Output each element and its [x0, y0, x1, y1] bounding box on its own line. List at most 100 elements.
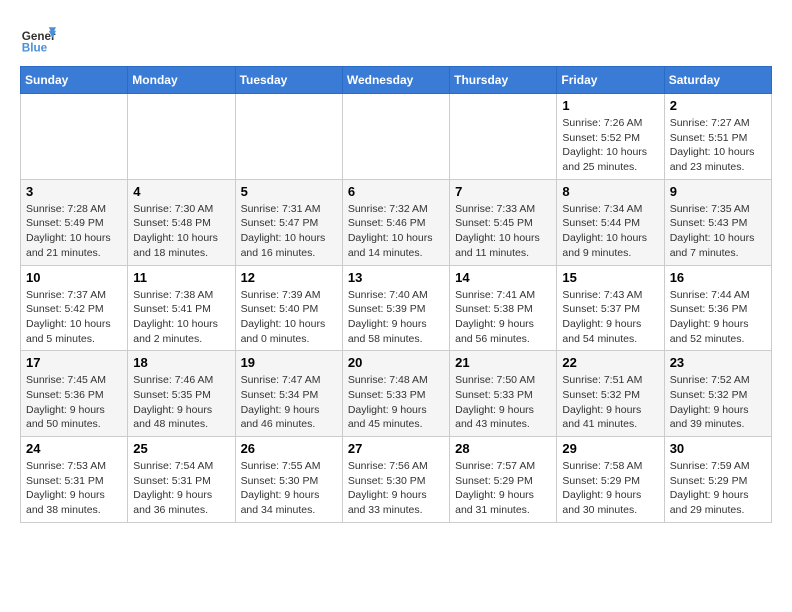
svg-text:Blue: Blue	[22, 42, 48, 55]
day-info: Sunrise: 7:50 AMSunset: 5:33 PMDaylight:…	[455, 373, 551, 432]
calendar-cell: 10Sunrise: 7:37 AMSunset: 5:42 PMDayligh…	[21, 265, 128, 351]
calendar-cell: 24 Sunrise: 7:53 AMSunset: 5:31 PMDayligh…	[21, 437, 128, 523]
day-info: Sunrise: 7:32 AMSunset: 5:46 PMDaylight:…	[348, 202, 444, 261]
calendar-cell: 11 Sunrise: 7:38 AMSunset: 5:41 PMDayligh…	[128, 265, 235, 351]
calendar-cell: 30 Sunrise: 7:59 AMSunset: 5:29 PMDayligh…	[664, 437, 771, 523]
calendar-cell	[342, 94, 449, 180]
calendar-cell: 29 Sunrise: 7:58 AMSunset: 5:29 PMDayligh…	[557, 437, 664, 523]
day-info: Sunrise: 7:27 AMSunset: 5:51 PMDaylight:…	[670, 116, 766, 175]
day-number: 27	[348, 441, 444, 456]
day-info: Sunrise: 7:55 AMSunset: 5:30 PMDaylight:…	[241, 459, 337, 518]
calendar-cell: 8 Sunrise: 7:34 AMSunset: 5:44 PMDaylight…	[557, 179, 664, 265]
day-info: Sunrise: 7:37 AMSunset: 5:42 PMDaylight:…	[26, 288, 122, 347]
weekday-header-sunday: Sunday	[21, 67, 128, 94]
calendar-cell: 27 Sunrise: 7:56 AMSunset: 5:30 PMDayligh…	[342, 437, 449, 523]
day-number: 9	[670, 184, 766, 199]
day-number: 21	[455, 355, 551, 370]
calendar-cell: 7 Sunrise: 7:33 AMSunset: 5:45 PMDaylight…	[450, 179, 557, 265]
day-number: 22	[562, 355, 658, 370]
day-number: 24	[26, 441, 122, 456]
calendar-cell: 21 Sunrise: 7:50 AMSunset: 5:33 PMDayligh…	[450, 351, 557, 437]
day-info: Sunrise: 7:41 AMSunset: 5:38 PMDaylight:…	[455, 288, 551, 347]
day-number: 4	[133, 184, 229, 199]
day-info: Sunrise: 7:51 AMSunset: 5:32 PMDaylight:…	[562, 373, 658, 432]
day-number: 30	[670, 441, 766, 456]
day-info: Sunrise: 7:48 AMSunset: 5:33 PMDaylight:…	[348, 373, 444, 432]
logo: General Blue	[20, 20, 62, 56]
day-info: Sunrise: 7:40 AMSunset: 5:39 PMDaylight:…	[348, 288, 444, 347]
calendar-cell: 13 Sunrise: 7:40 AMSunset: 5:39 PMDayligh…	[342, 265, 449, 351]
day-info: Sunrise: 7:57 AMSunset: 5:29 PMDaylight:…	[455, 459, 551, 518]
day-number: 8	[562, 184, 658, 199]
calendar-cell	[450, 94, 557, 180]
day-number: 25	[133, 441, 229, 456]
calendar-week-row: 3 Sunrise: 7:28 AMSunset: 5:49 PMDaylight…	[21, 179, 772, 265]
day-number: 26	[241, 441, 337, 456]
day-number: 7	[455, 184, 551, 199]
day-number: 6	[348, 184, 444, 199]
calendar-week-row: 10Sunrise: 7:37 AMSunset: 5:42 PMDayligh…	[21, 265, 772, 351]
day-info: Sunrise: 7:54 AMSunset: 5:31 PMDaylight:…	[133, 459, 229, 518]
day-info: Sunrise: 7:43 AMSunset: 5:37 PMDaylight:…	[562, 288, 658, 347]
calendar-cell: 26 Sunrise: 7:55 AMSunset: 5:30 PMDayligh…	[235, 437, 342, 523]
day-info: Sunrise: 7:56 AMSunset: 5:30 PMDaylight:…	[348, 459, 444, 518]
day-info: Sunrise: 7:35 AMSunset: 5:43 PMDaylight:…	[670, 202, 766, 261]
day-info: Sunrise: 7:53 AMSunset: 5:31 PMDaylight:…	[26, 459, 122, 518]
calendar-header-row: SundayMondayTuesdayWednesdayThursdayFrid…	[21, 67, 772, 94]
calendar-cell: 12 Sunrise: 7:39 AMSunset: 5:40 PMDayligh…	[235, 265, 342, 351]
day-info: Sunrise: 7:47 AMSunset: 5:34 PMDaylight:…	[241, 373, 337, 432]
calendar-cell: 23Sunrise: 7:52 AMSunset: 5:32 PMDayligh…	[664, 351, 771, 437]
day-number: 16	[670, 270, 766, 285]
day-info: Sunrise: 7:31 AMSunset: 5:47 PMDaylight:…	[241, 202, 337, 261]
calendar-week-row: 24 Sunrise: 7:53 AMSunset: 5:31 PMDayligh…	[21, 437, 772, 523]
calendar-table: SundayMondayTuesdayWednesdayThursdayFrid…	[20, 66, 772, 523]
calendar-cell: 9 Sunrise: 7:35 AMSunset: 5:43 PMDaylight…	[664, 179, 771, 265]
weekday-header-friday: Friday	[557, 67, 664, 94]
calendar-cell: 5Sunrise: 7:31 AMSunset: 5:47 PMDaylight…	[235, 179, 342, 265]
day-number: 19	[241, 355, 337, 370]
day-number: 29	[562, 441, 658, 456]
weekday-header-monday: Monday	[128, 67, 235, 94]
day-number: 1	[562, 98, 658, 113]
weekday-header-thursday: Thursday	[450, 67, 557, 94]
day-number: 11	[133, 270, 229, 285]
calendar-cell: 20 Sunrise: 7:48 AMSunset: 5:33 PMDayligh…	[342, 351, 449, 437]
day-number: 3	[26, 184, 122, 199]
day-number: 15	[562, 270, 658, 285]
day-info: Sunrise: 7:38 AMSunset: 5:41 PMDaylight:…	[133, 288, 229, 347]
day-number: 13	[348, 270, 444, 285]
day-number: 28	[455, 441, 551, 456]
day-number: 2	[670, 98, 766, 113]
day-number: 20	[348, 355, 444, 370]
weekday-header-tuesday: Tuesday	[235, 67, 342, 94]
calendar-cell: 19 Sunrise: 7:47 AMSunset: 5:34 PMDayligh…	[235, 351, 342, 437]
day-info: Sunrise: 7:33 AMSunset: 5:45 PMDaylight:…	[455, 202, 551, 261]
day-info: Sunrise: 7:26 AMSunset: 5:52 PMDaylight:…	[562, 116, 658, 175]
day-info: Sunrise: 7:28 AMSunset: 5:49 PMDaylight:…	[26, 202, 122, 261]
calendar-cell: 14Sunrise: 7:41 AMSunset: 5:38 PMDayligh…	[450, 265, 557, 351]
calendar-cell: 17Sunrise: 7:45 AMSunset: 5:36 PMDayligh…	[21, 351, 128, 437]
day-number: 23	[670, 355, 766, 370]
day-number: 12	[241, 270, 337, 285]
calendar-cell: 15 Sunrise: 7:43 AMSunset: 5:37 PMDayligh…	[557, 265, 664, 351]
day-info: Sunrise: 7:59 AMSunset: 5:29 PMDaylight:…	[670, 459, 766, 518]
calendar-cell	[128, 94, 235, 180]
weekday-header-wednesday: Wednesday	[342, 67, 449, 94]
day-number: 18	[133, 355, 229, 370]
calendar-week-row: 1 Sunrise: 7:26 AMSunset: 5:52 PMDaylight…	[21, 94, 772, 180]
calendar-cell: 16Sunrise: 7:44 AMSunset: 5:36 PMDayligh…	[664, 265, 771, 351]
day-info: Sunrise: 7:34 AMSunset: 5:44 PMDaylight:…	[562, 202, 658, 261]
calendar-cell: 22 Sunrise: 7:51 AMSunset: 5:32 PMDayligh…	[557, 351, 664, 437]
calendar-cell: 4Sunrise: 7:30 AMSunset: 5:48 PMDaylight…	[128, 179, 235, 265]
calendar-cell: 28 Sunrise: 7:57 AMSunset: 5:29 PMDayligh…	[450, 437, 557, 523]
day-info: Sunrise: 7:58 AMSunset: 5:29 PMDaylight:…	[562, 459, 658, 518]
calendar-cell: 6 Sunrise: 7:32 AMSunset: 5:46 PMDaylight…	[342, 179, 449, 265]
day-info: Sunrise: 7:39 AMSunset: 5:40 PMDaylight:…	[241, 288, 337, 347]
calendar-week-row: 17Sunrise: 7:45 AMSunset: 5:36 PMDayligh…	[21, 351, 772, 437]
day-info: Sunrise: 7:46 AMSunset: 5:35 PMDaylight:…	[133, 373, 229, 432]
calendar-cell: 3 Sunrise: 7:28 AMSunset: 5:49 PMDaylight…	[21, 179, 128, 265]
calendar-cell: 18 Sunrise: 7:46 AMSunset: 5:35 PMDayligh…	[128, 351, 235, 437]
calendar-cell	[235, 94, 342, 180]
calendar-cell: 1 Sunrise: 7:26 AMSunset: 5:52 PMDaylight…	[557, 94, 664, 180]
page-header: General Blue	[20, 20, 772, 56]
